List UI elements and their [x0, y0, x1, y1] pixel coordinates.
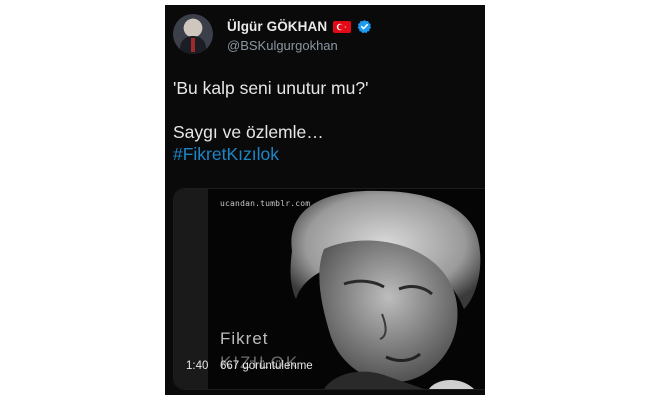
avatar[interactable]: [173, 14, 213, 54]
tweet-paragraph-gap: [173, 99, 479, 121]
video-watermark: ucandan.tumblr.com: [220, 199, 311, 208]
author-handle[interactable]: @BSKulgurgokhan: [227, 38, 338, 53]
turkey-flag-icon: [333, 20, 352, 33]
video-title-text: Fikret: [220, 329, 269, 348]
video-player[interactable]: ucandan.tumblr.com Fikret KIZILOK 1:40 6…: [173, 188, 485, 390]
video-duration: 1:40: [186, 360, 209, 372]
tweet-line-2: Saygı ve özlemle…: [173, 122, 324, 142]
tweet-text: 'Bu kalp seni unutur mu?' Saygı ve özlem…: [173, 77, 479, 165]
hashtag-link[interactable]: #FikretKızılok: [173, 143, 479, 165]
tweet-line-1: 'Bu kalp seni unutur mu?': [173, 78, 369, 98]
avatar-tie: [191, 38, 195, 52]
verified-badge-icon: [357, 19, 372, 34]
author-name-row[interactable]: Ülgür GÖKHAN: [227, 19, 372, 34]
tweet-card[interactable]: Ülgür GÖKHAN @BSKulgurgokhan 'Bu kalp se…: [165, 5, 485, 395]
author-display-name[interactable]: Ülgür GÖKHAN: [227, 19, 327, 34]
video-view-count: 667 görüntülenme: [220, 360, 313, 372]
